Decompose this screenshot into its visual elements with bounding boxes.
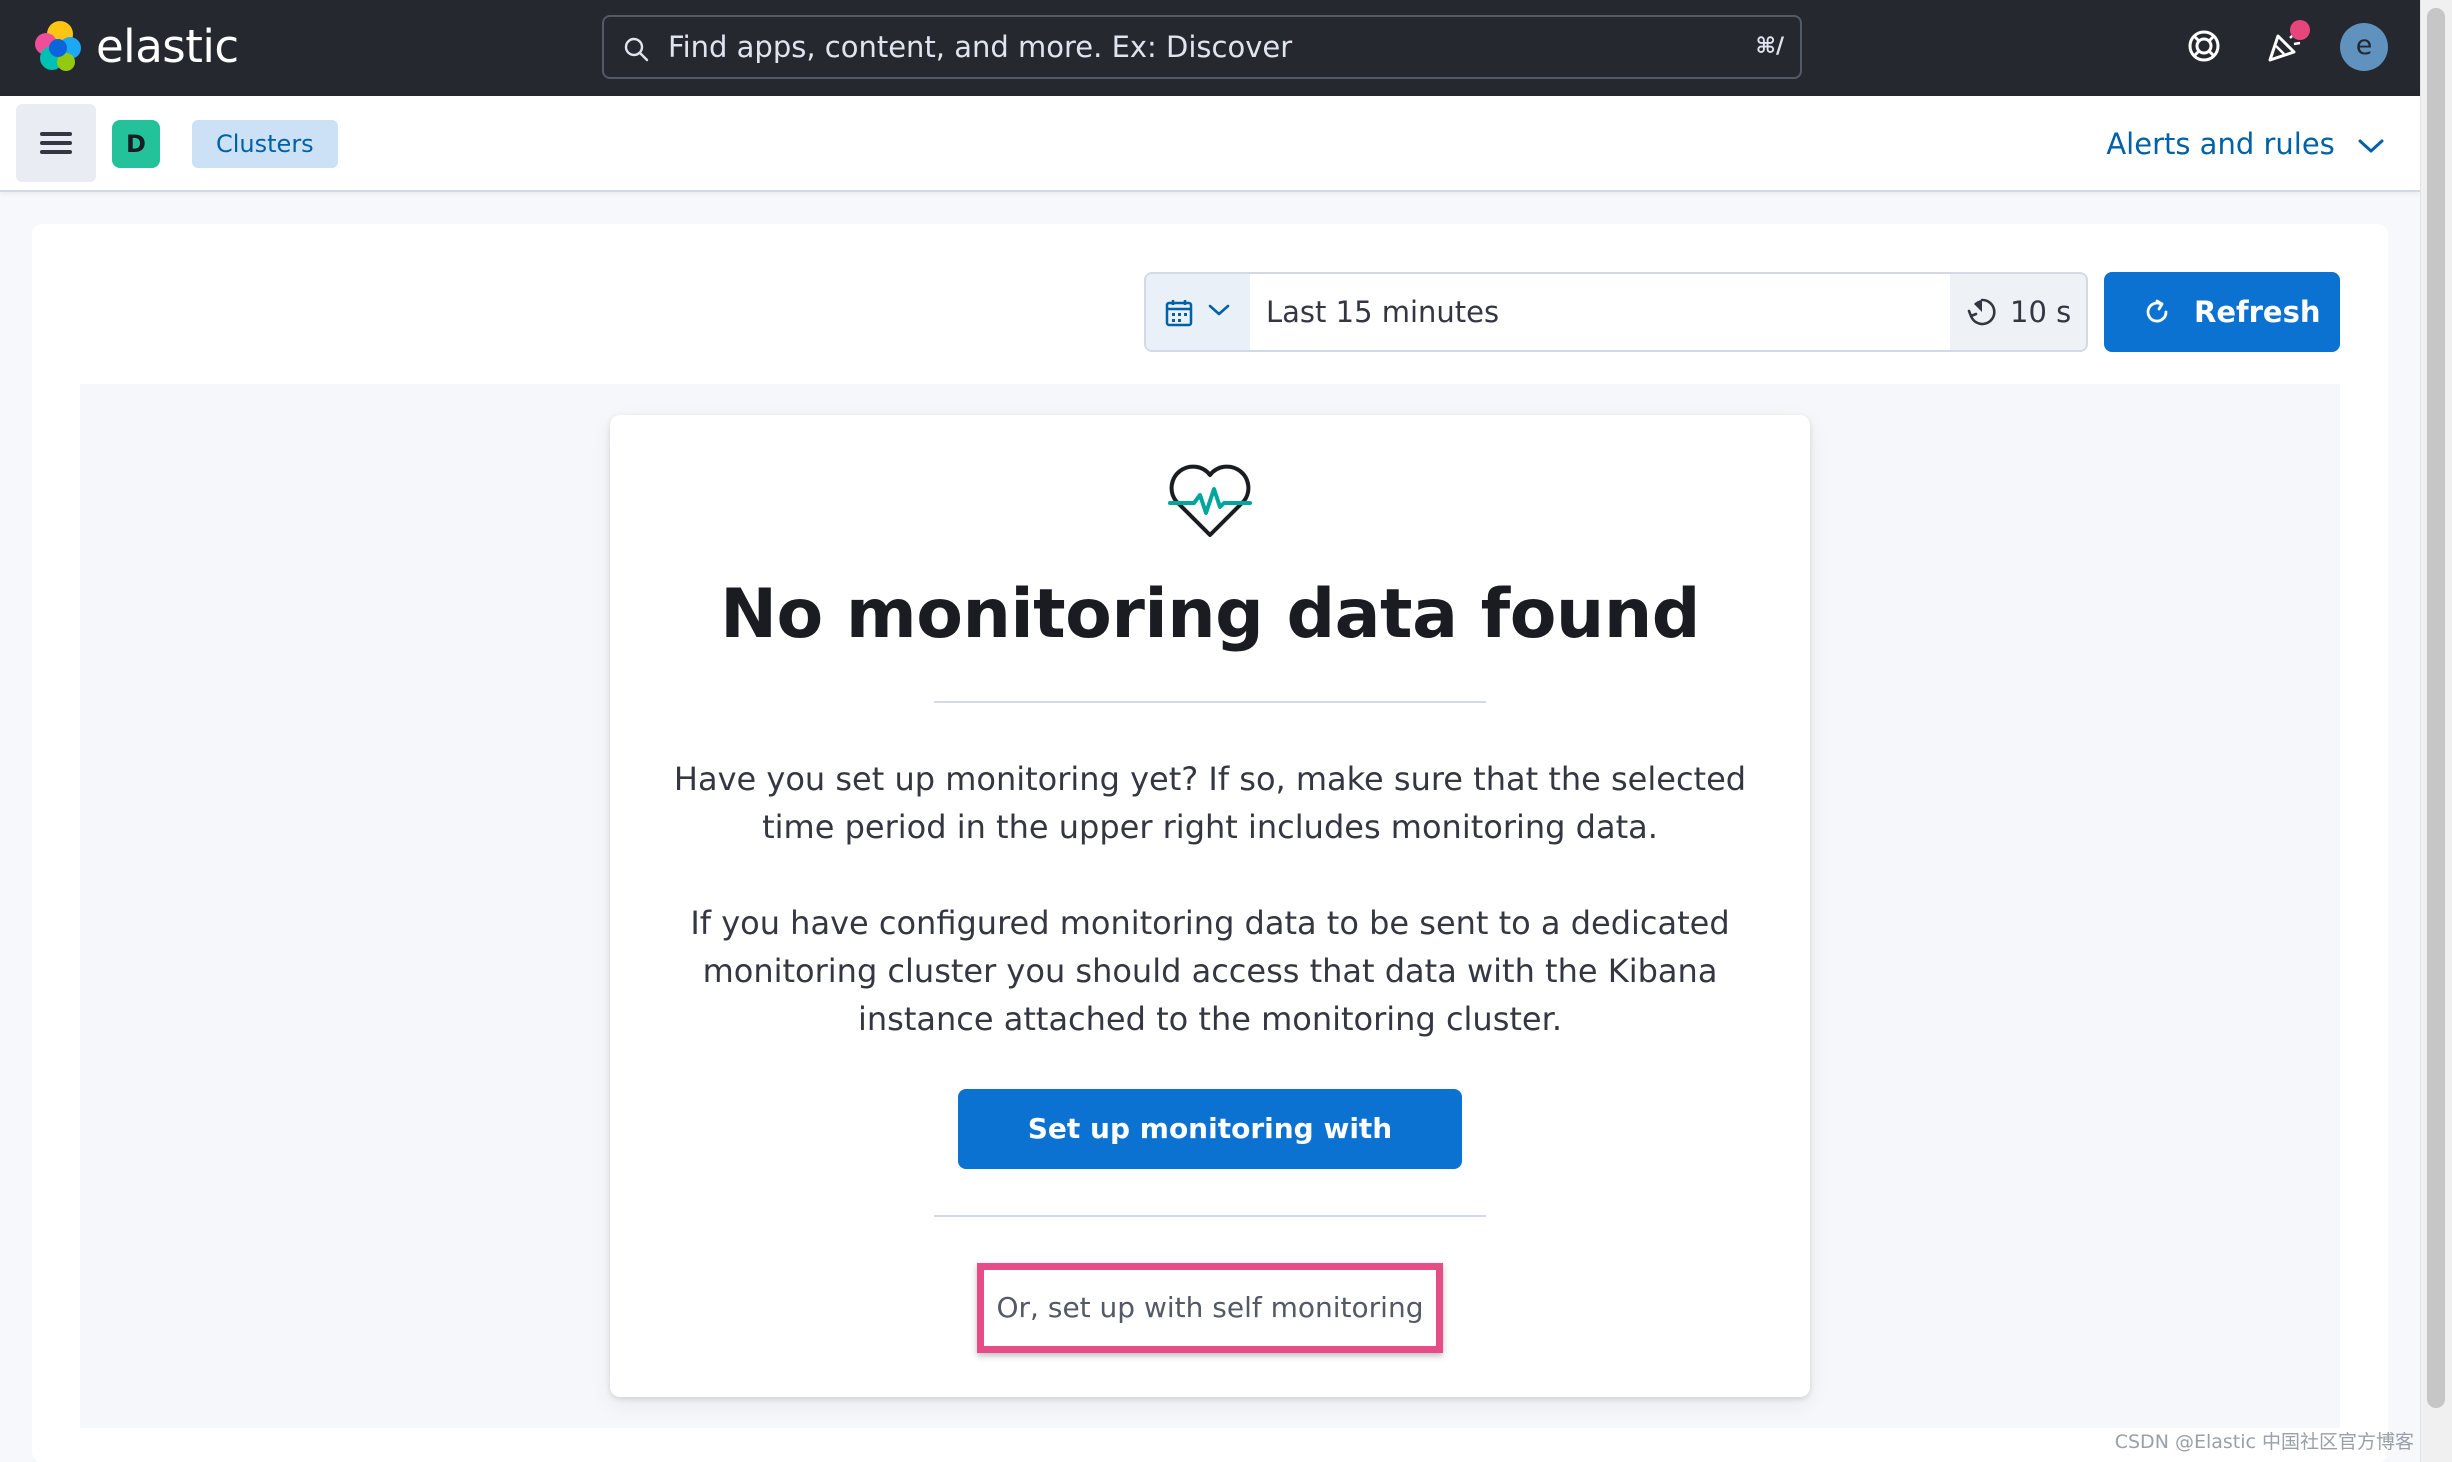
divider	[934, 1215, 1486, 1217]
chevron-down-icon	[1208, 304, 1230, 316]
space-avatar[interactable]: D	[112, 120, 160, 168]
top-header: elastic ⌘/ e	[0, 0, 2420, 96]
elastic-logo[interactable]	[30, 18, 86, 74]
global-search[interactable]: ⌘/	[602, 15, 1802, 79]
empty-state-paragraph-1: Have you set up monitoring yet? If so, m…	[673, 760, 1747, 846]
breadcrumb-clusters[interactable]: Clusters	[192, 120, 338, 168]
refresh-interval-label: 10 s	[2010, 295, 2072, 329]
help-icon[interactable]	[2180, 22, 2228, 70]
auto-refresh-interval[interactable]: 10 s	[1950, 274, 2086, 350]
time-range-display[interactable]: Last 15 minutes	[1250, 274, 1950, 350]
watermark: CSDN @Elastic 中国社区官方博客	[2114, 1431, 2414, 1453]
hamburger-icon-bar	[40, 141, 72, 145]
hamburger-icon-bar	[40, 150, 72, 154]
nav-menu-button[interactable]	[16, 104, 96, 182]
super-date-picker: Last 15 minutes 10 s	[1144, 272, 2088, 352]
empty-state-paragraph-2: If you have configured monitoring data t…	[690, 904, 1730, 1038]
refresh-icon	[2146, 299, 2168, 323]
brand-name[interactable]: elastic	[96, 20, 239, 73]
empty-state-title: No monitoring data found	[720, 575, 1700, 654]
no-data-card: No monitoring data found Have you set up…	[610, 415, 1810, 1397]
heart-monitor-icon	[1168, 464, 1252, 537]
alerts-and-rules-menu[interactable]: Alerts and rules	[2106, 120, 2384, 168]
hamburger-icon-bar	[40, 132, 72, 136]
calendar-icon	[1165, 300, 1193, 327]
chevron-down-icon	[2358, 139, 2384, 153]
divider	[934, 701, 1486, 703]
search-shortcut: ⌘/	[1755, 34, 1784, 59]
user-avatar[interactable]: e	[2340, 23, 2388, 71]
search-icon	[624, 37, 649, 62]
secondary-nav: D Clusters Alerts and rules	[0, 96, 2420, 192]
alerts-and-rules-label: Alerts and rules	[2106, 127, 2335, 161]
quick-select-button[interactable]	[1146, 274, 1250, 350]
refresh-button[interactable]: Refresh	[2104, 272, 2340, 352]
page-scrollbar[interactable]	[2420, 0, 2452, 1462]
notification-dot	[2290, 20, 2310, 40]
search-input[interactable]	[668, 17, 1668, 77]
refresh-button-label: Refresh	[2194, 295, 2321, 329]
clock-refresh-icon	[1967, 298, 1996, 326]
scrollbar-thumb[interactable]	[2427, 8, 2445, 1408]
self-monitoring-link[interactable]: Or, set up with self monitoring	[977, 1263, 1443, 1353]
setup-metricbeat-button[interactable]: Set up monitoring with Metricbeat	[958, 1089, 1462, 1225]
